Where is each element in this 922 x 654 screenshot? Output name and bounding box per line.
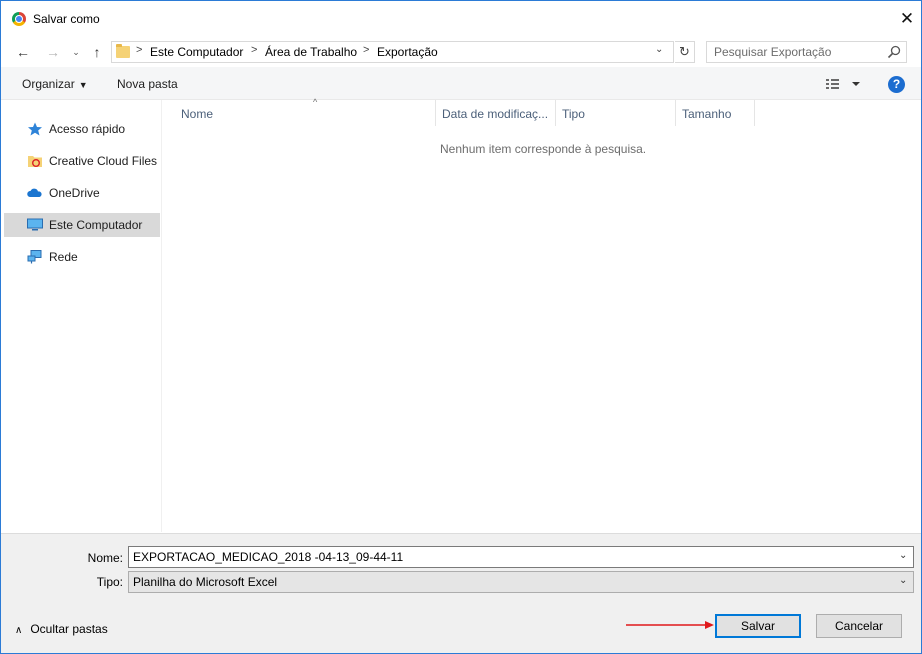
filename-combobox[interactable]: ⌄	[128, 546, 914, 568]
refresh-button[interactable]: ↻	[675, 41, 695, 63]
star-icon	[28, 122, 42, 136]
organize-label: Organizar	[22, 77, 75, 91]
name-label: Nome:	[87, 551, 123, 565]
column-header-label: Nome	[181, 107, 214, 121]
monitor-icon	[27, 218, 43, 231]
filetype-select[interactable]: Planilha do Microsoft Excel ⌄	[128, 571, 914, 593]
file-list: Nome ^ Data de modificaç... Tipo Tamanho…	[163, 97, 921, 532]
sidebar-item-label: Acesso rápido	[49, 122, 126, 136]
up-button[interactable]: ↑	[87, 41, 107, 63]
sidebar-item-rede[interactable]: Rede	[4, 245, 160, 269]
breadcrumb-separator[interactable]: >	[136, 44, 142, 56]
filename-input[interactable]	[129, 547, 889, 567]
creative-cloud-folder-icon	[28, 156, 42, 167]
chevron-down-icon[interactable]: ⌄	[655, 44, 663, 55]
address-bar[interactable]: > Este Computador > Área de Trabalho > E…	[111, 41, 674, 63]
command-toolbar: Organizar ▼ Nova pasta ?	[1, 67, 921, 100]
forward-button[interactable]: →	[43, 41, 63, 63]
folder-icon	[116, 44, 130, 58]
column-header-nome[interactable]: Nome ^	[175, 97, 436, 126]
recent-locations-button[interactable]: ⌄	[69, 41, 83, 63]
back-button[interactable]: ←	[13, 41, 33, 63]
column-header-tamanho[interactable]: Tamanho	[676, 100, 755, 126]
search-box[interactable]	[706, 41, 907, 63]
sidebar-item-onedrive[interactable]: OneDrive	[4, 181, 160, 205]
annotation-arrow-icon	[626, 621, 714, 629]
organize-menu[interactable]: Organizar ▼	[22, 77, 88, 91]
sidebar-item-creative-cloud-files[interactable]: Creative Cloud Files	[4, 149, 160, 173]
cloud-icon	[27, 188, 42, 197]
network-icon	[27, 250, 42, 264]
breadcrumb-exportacao[interactable]: Exportação	[377, 45, 438, 59]
hide-folders-toggle[interactable]: ∧ Ocultar pastas	[15, 622, 108, 636]
window-title: Salvar como	[33, 12, 100, 26]
search-input[interactable]	[707, 42, 883, 62]
sort-ascending-icon: ^	[313, 97, 318, 107]
sidebar-item-label: Creative Cloud Files	[49, 154, 158, 168]
save-as-dialog: Salvar como ✕ ← → ⌄ ↑ > Este Computador …	[0, 0, 922, 654]
save-form: Nome: ⌄ Tipo: Planilha do Microsoft Exce…	[1, 533, 921, 653]
chevron-up-icon: ∧	[15, 625, 23, 636]
search-icon[interactable]	[887, 45, 901, 59]
type-label: Tipo:	[96, 575, 123, 589]
breadcrumb-area-de-trabalho[interactable]: Área de Trabalho	[265, 45, 357, 59]
sidebar-item-este-computador[interactable]: Este Computador	[4, 213, 160, 237]
chrome-icon	[12, 12, 26, 26]
chevron-down-icon[interactable]: ⌄	[899, 575, 907, 586]
title-bar: Salvar como ✕	[1, 1, 921, 37]
column-header-label: Tamanho	[682, 107, 732, 121]
navigation-pane: Acesso rápido Creative Cloud Files OneDr…	[1, 100, 162, 532]
sidebar-item-label: Rede	[49, 250, 78, 264]
help-button[interactable]: ?	[888, 76, 905, 93]
sidebar-item-label: Este Computador	[49, 218, 143, 232]
view-details-icon[interactable]	[824, 76, 864, 92]
cancel-button[interactable]: Cancelar	[816, 614, 902, 638]
close-button[interactable]: ✕	[893, 5, 921, 33]
save-button[interactable]: Salvar	[715, 614, 801, 638]
breadcrumb-separator[interactable]: >	[363, 44, 369, 56]
filetype-value: Planilha do Microsoft Excel	[133, 575, 278, 589]
column-header-data-modificacao[interactable]: Data de modificaç...	[436, 100, 556, 126]
sidebar-item-acesso-rapido[interactable]: Acesso rápido	[4, 117, 160, 141]
column-header-label: Data de modificaç...	[442, 107, 549, 121]
caret-down-icon: ▼	[78, 80, 88, 90]
new-folder-button[interactable]: Nova pasta	[117, 77, 178, 91]
breadcrumb-este-computador[interactable]: Este Computador	[150, 45, 243, 59]
column-header-label: Tipo	[562, 107, 585, 121]
empty-message: Nenhum item corresponde à pesquisa.	[440, 142, 647, 156]
navigation-bar: ← → ⌄ ↑ > Este Computador > Área de Trab…	[1, 37, 921, 67]
chevron-down-icon[interactable]: ⌄	[899, 550, 907, 561]
hide-folders-label: Ocultar pastas	[30, 622, 108, 636]
sidebar-item-label: OneDrive	[49, 186, 100, 200]
breadcrumb-separator[interactable]: >	[251, 44, 257, 56]
column-header-tipo[interactable]: Tipo	[556, 100, 676, 126]
